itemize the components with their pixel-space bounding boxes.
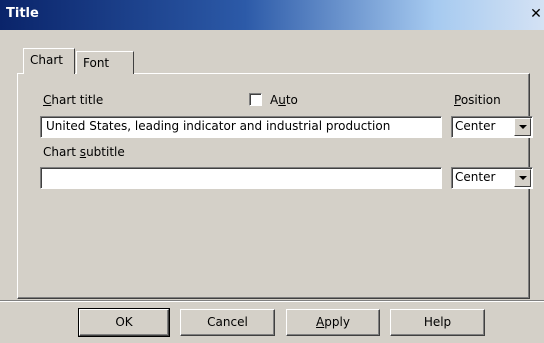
chart-title-label-rest: hart title bbox=[51, 93, 104, 107]
auto-label-post: to bbox=[285, 93, 298, 107]
title-position-select[interactable]: Center bbox=[451, 116, 533, 138]
chart-title-input[interactable]: United States, leading indicator and ind… bbox=[40, 116, 442, 138]
apply-button-rest: pply bbox=[324, 315, 350, 329]
help-button[interactable]: Help bbox=[390, 309, 485, 336]
chevron-down-icon[interactable] bbox=[514, 118, 531, 136]
apply-button[interactable]: Apply bbox=[286, 309, 380, 336]
chart-subtitle-input[interactable] bbox=[40, 167, 442, 189]
tab-chart[interactable]: Chart bbox=[23, 48, 75, 74]
auto-label: Auto bbox=[270, 93, 298, 107]
ok-button[interactable]: OK bbox=[78, 308, 170, 337]
position-label: Position bbox=[454, 93, 501, 107]
position-label-accel: P bbox=[454, 93, 461, 107]
cancel-button[interactable]: Cancel bbox=[180, 309, 275, 336]
title-dialog: Title ✕ Chart Font Chart title Auto Posi… bbox=[0, 0, 544, 343]
title-position-value: Center bbox=[455, 119, 496, 133]
chart-title-label: Chart title bbox=[43, 93, 103, 107]
subtitle-position-value: Center bbox=[455, 170, 496, 184]
title-bar[interactable]: Title ✕ bbox=[0, 0, 544, 30]
chart-subtitle-label-pre: Chart bbox=[43, 145, 80, 159]
close-icon[interactable]: ✕ bbox=[528, 2, 544, 26]
auto-label-accel: u bbox=[278, 93, 286, 107]
auto-checkbox[interactable] bbox=[249, 93, 262, 106]
subtitle-position-select[interactable]: Center bbox=[451, 167, 533, 189]
chevron-down-icon[interactable] bbox=[514, 169, 531, 187]
tab-font[interactable]: Font bbox=[76, 51, 134, 74]
chart-subtitle-label-rest: ubtitle bbox=[86, 145, 125, 159]
window-title: Title bbox=[6, 6, 39, 21]
chart-subtitle-label: Chart subtitle bbox=[43, 145, 125, 159]
auto-label-pre: A bbox=[270, 93, 279, 107]
position-label-rest: osition bbox=[460, 93, 501, 107]
